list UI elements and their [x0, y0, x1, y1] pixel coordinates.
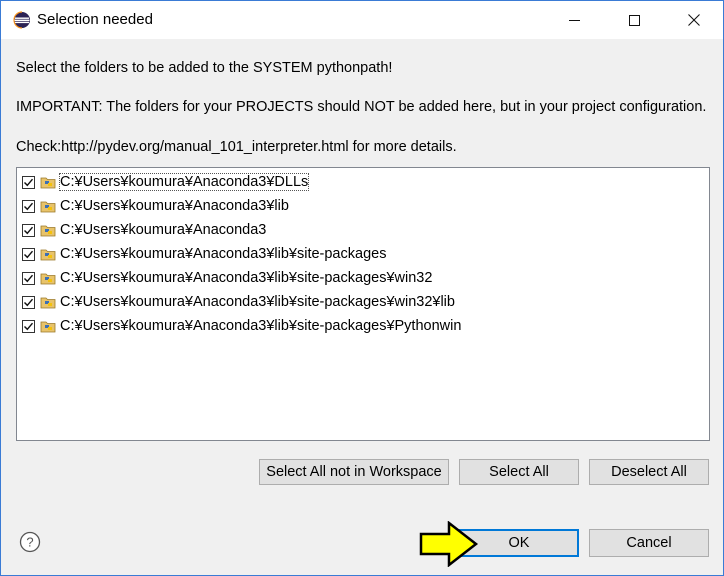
folder-list-item[interactable]: C:¥Users¥koumura¥Anaconda3: [22, 219, 266, 241]
python-folder-icon: [40, 177, 56, 189]
window-title: Selection needed: [37, 11, 153, 28]
folder-list-item[interactable]: C:¥Users¥koumura¥Anaconda3¥lib¥site-pack…: [22, 315, 461, 337]
folder-path-label: C:¥Users¥koumura¥Anaconda3¥DLLs: [58, 173, 310, 191]
minimize-button[interactable]: [551, 1, 597, 39]
folder-list[interactable]: C:¥Users¥koumura¥Anaconda3¥DLLs C:¥Users¥…: [16, 167, 710, 441]
python-folder-icon: [40, 321, 56, 333]
checkmark-icon: [24, 202, 34, 210]
checkmark-icon: [24, 250, 34, 258]
folder-checkbox[interactable]: [22, 319, 35, 333]
deselect-all-button[interactable]: Deselect All: [589, 459, 709, 485]
maximize-button[interactable]: [611, 1, 657, 39]
instruction-text: Select the folders to be added to the SY…: [16, 60, 393, 76]
folder-path-label: C:¥Users¥koumura¥Anaconda3¥lib¥site-pack…: [60, 270, 433, 286]
dialog-window: Selection needed Select the folders to b…: [0, 0, 724, 576]
folder-checkbox[interactable]: [22, 223, 35, 237]
checkmark-icon: [24, 274, 34, 282]
checkmark-icon: [24, 322, 34, 330]
cancel-button[interactable]: Cancel: [589, 529, 709, 557]
python-folder-icon: [40, 201, 56, 213]
checkmark-icon: [24, 226, 34, 234]
folder-list-item[interactable]: C:¥Users¥koumura¥Anaconda3¥lib¥site-pack…: [22, 291, 455, 313]
checkmark-icon: [24, 298, 34, 306]
eclipse-icon: [13, 11, 30, 29]
folder-path-label: C:¥Users¥koumura¥Anaconda3¥lib¥site-pack…: [60, 294, 455, 310]
folder-path-label: C:¥Users¥koumura¥Anaconda3¥lib: [60, 198, 289, 214]
folder-path-label: C:¥Users¥koumura¥Anaconda3¥lib¥site-pack…: [60, 246, 387, 262]
folder-list-item[interactable]: C:¥Users¥koumura¥Anaconda3¥DLLs: [22, 171, 310, 193]
help-icon[interactable]: ?: [19, 531, 41, 553]
close-button[interactable]: [671, 1, 717, 39]
select-all-not-in-workspace-button[interactable]: Select All not in Workspace: [259, 459, 449, 485]
python-folder-icon: [40, 273, 56, 285]
folder-path-label: C:¥Users¥koumura¥Anaconda3¥lib¥site-pack…: [60, 318, 462, 334]
folder-checkbox[interactable]: [22, 271, 35, 285]
folder-checkbox[interactable]: [22, 199, 35, 213]
svg-text:?: ?: [26, 535, 33, 550]
maximize-icon: [628, 14, 640, 26]
python-folder-icon: [40, 249, 56, 261]
select-all-button[interactable]: Select All: [459, 459, 579, 485]
folder-list-item[interactable]: C:¥Users¥koumura¥Anaconda3¥lib¥site-pack…: [22, 267, 432, 289]
folder-checkbox[interactable]: [22, 295, 35, 309]
folder-path-label: C:¥Users¥koumura¥Anaconda3: [60, 222, 267, 238]
close-icon: [688, 14, 700, 26]
python-folder-icon: [40, 297, 56, 309]
important-note: IMPORTANT: The folders for your PROJECTS…: [16, 99, 707, 115]
folder-list-item[interactable]: C:¥Users¥koumura¥Anaconda3¥lib¥site-pack…: [22, 243, 386, 265]
yellow-arrow-icon: [419, 521, 479, 567]
minimize-icon: [568, 19, 580, 21]
title-bar[interactable]: Selection needed: [1, 1, 723, 39]
checkmark-icon: [24, 178, 34, 186]
folder-list-item[interactable]: C:¥Users¥koumura¥Anaconda3¥lib: [22, 195, 289, 217]
python-folder-icon: [40, 225, 56, 237]
details-link-text: Check:http://pydev.org/manual_101_interp…: [16, 139, 457, 155]
folder-checkbox[interactable]: [22, 175, 35, 189]
folder-checkbox[interactable]: [22, 247, 35, 261]
